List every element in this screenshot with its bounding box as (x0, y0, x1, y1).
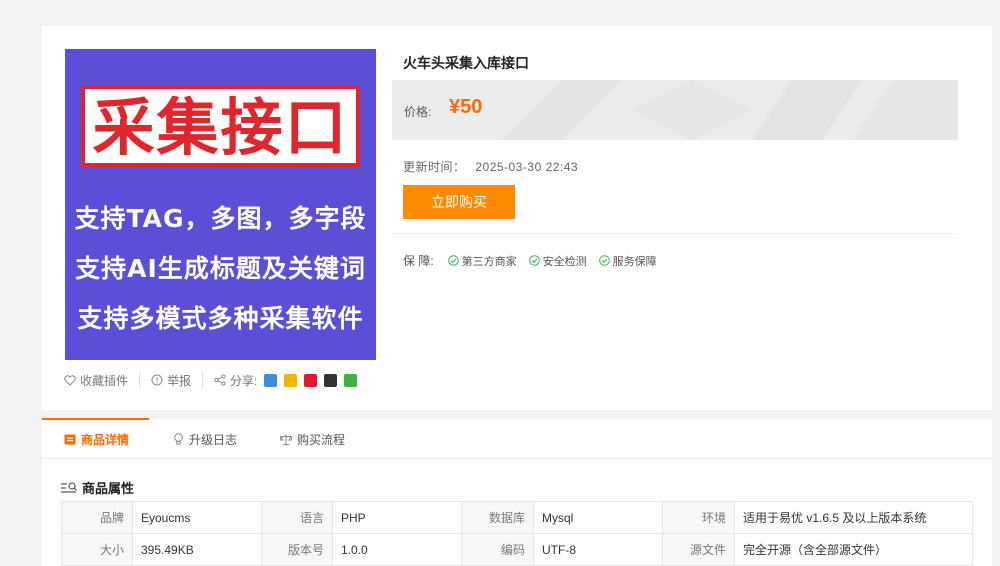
share-more-icon[interactable] (264, 373, 278, 387)
attr-value: PHP (332, 501, 462, 534)
guarantee-item: 安全检测 (528, 253, 587, 269)
tab-product-details[interactable]: 商品详情 (64, 419, 129, 459)
share-wechat-icon[interactable] (344, 373, 358, 387)
update-time-value: 2025-03-30 22:43 (475, 160, 579, 174)
alert-circle-icon (151, 374, 163, 386)
attr-key: 大小 (61, 533, 133, 566)
share-qzone-icon[interactable] (284, 373, 298, 387)
attr-value: Eyoucms (132, 501, 262, 534)
share-group: 分享: (214, 372, 257, 389)
attr-key: 编码 (461, 533, 534, 566)
attr-key: 数据库 (461, 501, 534, 534)
attr-value: Mysql (533, 501, 663, 534)
divider (392, 233, 958, 234)
tab-changelog[interactable]: 升级日志 (173, 419, 237, 459)
product-image: 采集接口 支持TAG，多图，多字段 支持AI生成标题及关键词 支持多模式多种采集… (65, 49, 376, 360)
update-time-row: 更新时间： 2025-03-30 22:43 (403, 158, 578, 175)
detail-tabs: 商品详情 升级日志 购买流程 (42, 418, 992, 459)
attr-value: UTF-8 (533, 533, 663, 566)
guarantee-label: 保 障: (403, 254, 434, 268)
attributes-title: 商品属性 (82, 481, 135, 496)
tab-purchase-flow[interactable]: 购买流程 (280, 419, 345, 459)
product-title: 火车头采集入库接口 (403, 55, 529, 71)
lightbulb-icon (174, 433, 183, 445)
detail-card: 商品详情 升级日志 购买流程 商品属性 品牌 Eyoucms 语言 PHP 数据… (42, 418, 992, 566)
buy-now-button[interactable]: 立即购买 (403, 185, 515, 219)
attr-value: 适用于易优 v1.6.5 及以上版本系统 (734, 501, 973, 534)
image-banner: 采集接口 (81, 85, 360, 167)
check-circle-icon (528, 255, 540, 266)
share-qq-icon[interactable] (324, 373, 338, 387)
attr-key: 源文件 (662, 533, 735, 566)
action-divider (139, 373, 141, 387)
attr-key: 环境 (662, 501, 735, 534)
image-line-3: 支持多模式多种采集软件 (77, 304, 364, 333)
document-icon (64, 434, 76, 444)
share-icon (214, 374, 226, 386)
report-label: 举报 (167, 373, 192, 388)
check-circle-icon (598, 255, 610, 266)
attributes-heading: 商品属性 (61, 478, 134, 497)
table-row: 大小 395.49KB 版本号 1.0.0 编码 UTF-8 源文件 完全开源（… (61, 533, 973, 566)
guarantee-text: 安全检测 (542, 255, 587, 268)
attr-key: 品牌 (61, 501, 133, 534)
attr-key: 版本号 (261, 533, 333, 566)
price-box: 价格: ¥50 (392, 80, 958, 140)
attr-value: 395.49KB (132, 533, 262, 566)
share-label: 分享: (230, 373, 258, 388)
report-button[interactable]: 举报 (151, 372, 191, 389)
check-circle-icon (447, 255, 459, 266)
attr-value: 完全开源（含全部源文件） (734, 533, 973, 566)
price-label: 价格: (404, 105, 432, 119)
share-weibo-icon[interactable] (304, 373, 318, 387)
image-line-1: 支持TAG，多图，多字段 (74, 204, 367, 233)
tab-label: 商品详情 (81, 432, 130, 447)
guarantee-text: 服务保障 (612, 255, 657, 268)
tab-label: 购买流程 (297, 432, 346, 447)
tab-label: 升级日志 (189, 432, 238, 447)
guarantee-item: 第三方商家 (447, 253, 517, 269)
favorite-label: 收藏插件 (80, 373, 129, 388)
image-line-2: 支持AI生成标题及关键词 (75, 254, 366, 283)
attributes-table: 品牌 Eyoucms 语言 PHP 数据库 Mysql 环境 适用于易优 v1.… (61, 501, 973, 566)
table-row: 品牌 Eyoucms 语言 PHP 数据库 Mysql 环境 适用于易优 v1.… (61, 501, 973, 534)
guarantee-text: 第三方商家 (461, 255, 517, 268)
attr-key: 语言 (261, 501, 333, 534)
heart-icon (64, 374, 76, 386)
product-card: 采集接口 支持TAG，多图，多字段 支持AI生成标题及关键词 支持多模式多种采集… (42, 26, 992, 410)
update-time-label: 更新时间： (403, 160, 466, 174)
product-actions: 收藏插件 举报 分享: (64, 370, 358, 390)
guarantee-row: 保 障: 第三方商家 安全检测 服务保障 (403, 252, 657, 269)
list-search-icon (61, 481, 77, 493)
image-banner-text: 采集接口 (92, 91, 349, 164)
scale-icon (280, 434, 292, 445)
action-divider (202, 373, 204, 387)
guarantee-item: 服务保障 (598, 253, 657, 269)
attr-value: 1.0.0 (332, 533, 462, 566)
price-value: ¥50 (449, 96, 483, 118)
favorite-button[interactable]: 收藏插件 (64, 372, 128, 389)
